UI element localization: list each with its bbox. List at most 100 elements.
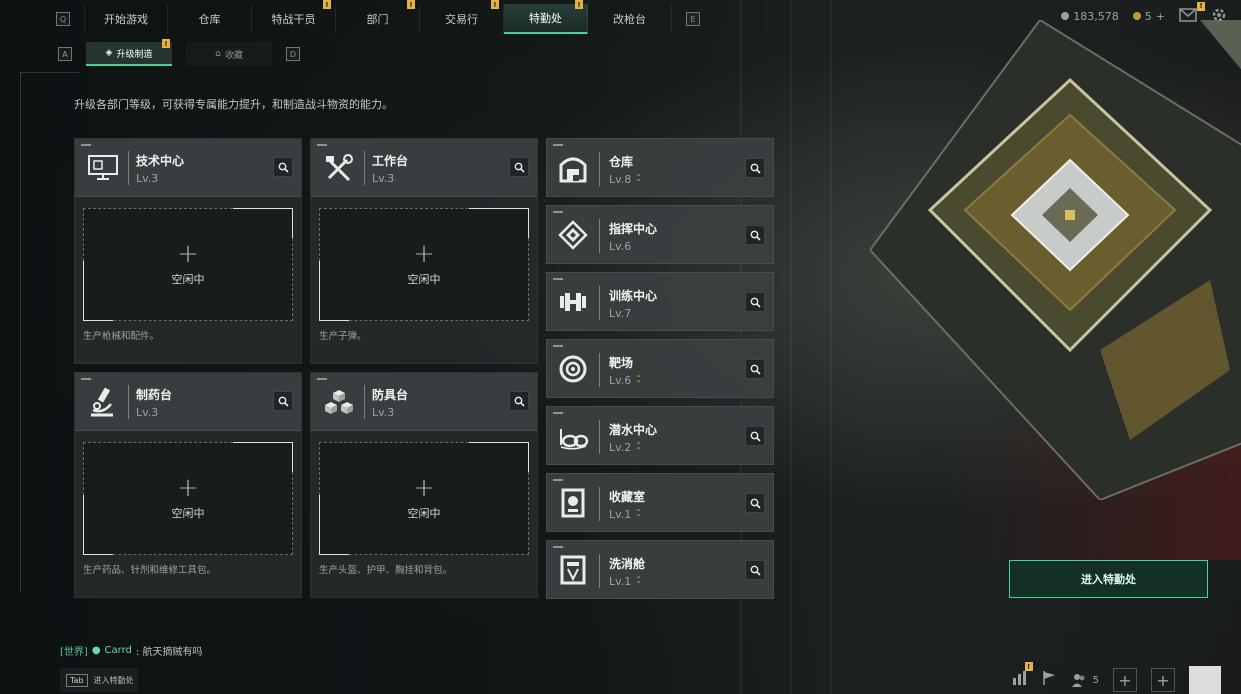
chat-line[interactable]: [世界] ● Carrd: 航天摘贼有吗 (60, 643, 202, 658)
department-level: Lv.6 ⌃ ⌃ (609, 374, 642, 387)
search-button[interactable] (745, 359, 765, 379)
enter-special-ops-button[interactable]: 进入特勤处 (1009, 560, 1208, 598)
avatar[interactable] (1189, 666, 1221, 694)
card-description: 生产头盔、护甲、胸挂和背包。 (319, 565, 453, 576)
search-button[interactable] (273, 391, 293, 411)
search-button[interactable] (745, 560, 765, 580)
department-item-command-center[interactable]: 指挥中心 Lv.6 (546, 205, 774, 264)
department-name: 洗消舱 (609, 557, 646, 571)
level-text: Lv.1 (609, 508, 632, 521)
divider (599, 219, 600, 253)
department-item-collection-room[interactable]: 收藏室 Lv.1 ⌃ ⌃ (546, 473, 774, 532)
coin-icon (1061, 12, 1070, 20)
department-name: 靶场 (609, 356, 634, 370)
card-header[interactable]: 制药台 Lv.3 (75, 373, 301, 431)
user-icon: ● (91, 645, 101, 656)
tab-gunsmith[interactable]: 改枪台 (588, 4, 672, 34)
flag-button[interactable] (1041, 670, 1057, 690)
key-hint-e: E (686, 12, 700, 26)
card-header[interactable]: 技术中心 Lv.3 (75, 139, 301, 197)
slot-status: 空闲中 (407, 272, 441, 286)
card-title: 工作台 (372, 154, 409, 168)
search-button[interactable] (745, 292, 765, 312)
divider (599, 152, 600, 186)
search-button[interactable] (509, 391, 529, 411)
stats-button[interactable]: ! (1011, 662, 1033, 690)
search-button[interactable] (509, 157, 529, 177)
card-description: 生产枪械和配件。 (83, 331, 160, 342)
subtab-label: 收藏 (224, 50, 243, 61)
tab-departments[interactable]: 部门 ! (336, 0, 420, 34)
subtab-label: 升级制造 (116, 49, 153, 60)
corner-mark (81, 378, 91, 380)
department-level: Lv.7 (609, 307, 631, 320)
slot-status: 空闲中 (407, 506, 441, 520)
corner-mark (553, 278, 563, 280)
search-button[interactable] (745, 158, 765, 178)
divider (599, 286, 600, 320)
mail-button[interactable]: ! (1179, 1, 1205, 25)
slot-corner (319, 261, 349, 321)
notification-badge: ! (491, 0, 499, 9)
subtab-upgrade-manufacture[interactable]: ◈ 升级制造 ! (86, 39, 172, 66)
divider (599, 353, 600, 387)
search-button[interactable] (745, 225, 765, 245)
tab-special-ops[interactable]: 特勤处 ! (504, 0, 588, 34)
gold-coin-icon (1132, 12, 1141, 20)
invite-slot-button[interactable]: + (1113, 668, 1137, 692)
settings-button[interactable] (1211, 7, 1227, 26)
tab-label: 特勤处 (529, 12, 562, 25)
tab-trading[interactable]: 交易行 ! (420, 0, 504, 34)
department-item-decontamination[interactable]: 洗消舱 Lv.1 ⌃ ⌃ (546, 540, 774, 599)
bg-pillar (790, 0, 792, 694)
tab-label: 仓库 (198, 13, 221, 26)
invite-slot-button[interactable]: + (1151, 668, 1175, 692)
divider (364, 151, 365, 185)
department-level: Lv.2 ⌃ ⌃ (609, 441, 642, 454)
currency-secondary[interactable]: 5 + (1132, 10, 1165, 23)
notification-badge: ! (407, 0, 415, 9)
department-level: Lv.8 ⌃ ⌃ (609, 173, 642, 186)
corner-mark (317, 378, 327, 380)
people-icon (1071, 674, 1085, 687)
department-item-warehouse[interactable]: 仓库 Lv.8 ⌃ ⌃ (546, 138, 774, 197)
microscope-icon (85, 384, 121, 420)
search-icon (514, 396, 525, 407)
department-level: Lv.1 ⌃ ⌃ (609, 508, 642, 521)
tab-warehouse[interactable]: 仓库 (168, 4, 252, 34)
production-slot[interactable]: + 空闲中 (319, 208, 529, 321)
department-item-training-center[interactable]: 训练中心 Lv.7 (546, 272, 774, 331)
department-item-shooting-range[interactable]: 靶场 Lv.6 ⌃ ⌃ (546, 339, 774, 398)
corner-mark (317, 144, 327, 146)
key-hint-a: A (58, 47, 72, 61)
production-slot[interactable]: + 空闲中 (83, 442, 293, 555)
tab-hint[interactable]: Tab 进入特勤处 (60, 668, 138, 692)
bg-pillar (830, 0, 832, 694)
divider (599, 487, 600, 521)
level-text: Lv.2 (609, 441, 632, 454)
slot-corner (469, 442, 529, 472)
squad-button[interactable]: 5 (1071, 672, 1099, 688)
card-header[interactable]: 工作台 Lv.3 (311, 139, 537, 197)
upgrade-available-icon: ⌃ ⌃ (635, 507, 642, 522)
department-item-diving-center[interactable]: 潜水中心 Lv.2 ⌃ ⌃ (546, 406, 774, 465)
production-slot[interactable]: + 空闲中 (83, 208, 293, 321)
production-card-armor-bench: 防具台 Lv.3 + 空闲中 生产头盔、护甲、胸挂和背包。 (310, 372, 538, 598)
squad-count: 5 (1092, 674, 1099, 686)
slot-corner (233, 208, 293, 238)
production-slot[interactable]: + 空闲中 (319, 442, 529, 555)
tab-start-game[interactable]: 开始游戏 (84, 4, 168, 34)
corner-mark (553, 211, 563, 213)
card-header[interactable]: 防具台 Lv.3 (311, 373, 537, 431)
search-button[interactable] (273, 157, 293, 177)
currency-primary-value: 183,578 (1073, 9, 1119, 23)
search-button[interactable] (745, 493, 765, 513)
card-title: 制药台 (136, 388, 173, 402)
search-button[interactable] (745, 426, 765, 446)
tab-operators[interactable]: 特战干员 ! (252, 0, 336, 34)
subtab-collection[interactable]: ⌂ 收藏 (186, 42, 272, 66)
tab-label: 交易行 (445, 13, 478, 26)
upgrade-available-icon: ⌃ ⌃ (635, 373, 642, 388)
add-currency-button[interactable]: + (1156, 10, 1165, 23)
notification-badge: ! (575, 0, 583, 9)
